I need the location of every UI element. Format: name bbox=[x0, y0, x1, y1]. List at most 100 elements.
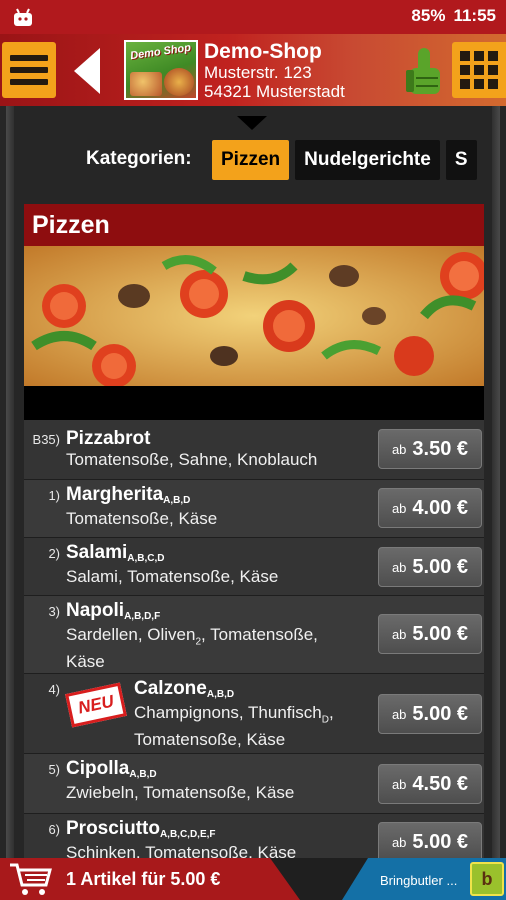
item-body: CipollaA,B,D Zwiebeln, Tomatensoße, Käse bbox=[66, 758, 294, 803]
bringbutler-logo-icon: b bbox=[470, 862, 504, 896]
price-prefix: ab bbox=[391, 441, 407, 457]
cart-summary: 1 Artikel für 5.00 € bbox=[66, 869, 221, 889]
content-frame-right bbox=[492, 106, 500, 858]
price-button[interactable]: ab 4.00 € bbox=[378, 488, 482, 528]
menu-item[interactable]: 4) NEU CalzoneA,B,D Champignons, Thunfis… bbox=[24, 674, 484, 754]
item-name: Napoli bbox=[66, 600, 125, 621]
grid-icon-cell bbox=[474, 65, 484, 75]
price-button[interactable]: ab 4.50 € bbox=[378, 764, 482, 804]
item-number: 5) bbox=[48, 762, 60, 777]
item-body: ProsciuttoA,B,C,D,E,F Schinken, Tomatens… bbox=[66, 818, 296, 863]
price-button[interactable]: ab 5.00 € bbox=[378, 694, 482, 734]
item-name: Calzone bbox=[134, 678, 207, 699]
item-body: NapoliA,B,D,F Sardellen, Oliven2, Tomate… bbox=[66, 600, 318, 672]
price-value: 3.50 € bbox=[412, 437, 469, 460]
price-value: 4.00 € bbox=[412, 496, 469, 519]
price-button[interactable]: ab 5.00 € bbox=[378, 822, 482, 862]
item-description-part: , Tomatensoße, bbox=[201, 625, 318, 644]
menu-button[interactable] bbox=[2, 42, 56, 98]
item-number: 6) bbox=[48, 822, 60, 837]
logo-pizza-image bbox=[164, 68, 194, 96]
tab-nudelgerichte[interactable]: Nudelgerichte bbox=[295, 140, 440, 180]
hamburger-icon-bar bbox=[10, 55, 48, 61]
item-allergens: A,B,D bbox=[206, 689, 235, 700]
item-name: Pizzabrot bbox=[66, 428, 151, 449]
item-description: Sardellen, Oliven2, Tomatensoße, bbox=[66, 625, 318, 652]
item-allergens: A,B,D,F bbox=[124, 611, 161, 622]
shop-street: Musterstr. 123 bbox=[204, 63, 312, 82]
item-number: 3) bbox=[48, 604, 60, 619]
price-button[interactable]: ab 3.50 € bbox=[378, 429, 482, 469]
item-description-allergen: D bbox=[321, 714, 329, 726]
status-bar: 85% 11:55 bbox=[0, 0, 506, 34]
menu-item[interactable]: 5) CipollaA,B,D Zwiebeln, Tomatensoße, K… bbox=[24, 754, 484, 814]
grid-icon-cell bbox=[488, 79, 498, 89]
item-name-row: CalzoneA,B,D bbox=[134, 678, 334, 703]
menu-item[interactable]: 3) NapoliA,B,D,F Sardellen, Oliven2, Tom… bbox=[24, 596, 484, 674]
item-name-row: SalamiA,B,C,D bbox=[66, 542, 278, 567]
grid-icon-cell bbox=[474, 51, 484, 61]
item-description-part: Champignons, Thunfisch bbox=[134, 703, 322, 722]
menu-item[interactable]: B35) Pizzabrot Tomatensoße, Sahne, Knobl… bbox=[24, 420, 484, 480]
item-description: Tomatensoße, Sahne, Knoblauch bbox=[66, 450, 318, 469]
cart-button[interactable]: 1 Artikel für 5.00 € bbox=[0, 858, 300, 900]
price-button[interactable]: ab 5.00 € bbox=[378, 547, 482, 587]
back-arrow-icon[interactable] bbox=[70, 46, 104, 96]
pizza-banner-image bbox=[24, 246, 484, 386]
shop-name: Demo-Shop bbox=[204, 40, 322, 63]
grid-icon-cell bbox=[460, 51, 470, 61]
menu-item[interactable]: 1) MargheritaA,B,D Tomatensoße, Käse ab … bbox=[24, 480, 484, 538]
price-value: 5.00 € bbox=[412, 622, 469, 645]
dropdown-pointer-icon[interactable] bbox=[237, 116, 267, 130]
item-name: Cipolla bbox=[66, 758, 130, 779]
price-prefix: ab bbox=[391, 706, 407, 722]
shop-logo: Demo Shop bbox=[124, 40, 198, 100]
grid-icon-cell bbox=[460, 79, 470, 89]
menu-item[interactable]: 2) SalamiA,B,C,D Salami, Tomatensoße, Kä… bbox=[24, 538, 484, 596]
tab-pizzen[interactable]: Pizzen bbox=[212, 140, 290, 180]
item-body: CalzoneA,B,D Champignons, ThunfischD, To… bbox=[134, 678, 334, 750]
category-tabs[interactable]: Pizzen Nudelgerichte S bbox=[212, 140, 484, 180]
section-title: Pizzen bbox=[24, 204, 484, 246]
category-section: Pizzen bbox=[24, 204, 484, 420]
item-name-row: NapoliA,B,D,F bbox=[66, 600, 318, 625]
item-description: Salami, Tomatensoße, Käse bbox=[66, 567, 279, 586]
price-prefix: ab bbox=[391, 626, 407, 642]
item-number: 1) bbox=[48, 488, 60, 503]
thumbs-up-icon bbox=[406, 48, 440, 94]
item-number: B35) bbox=[32, 432, 60, 447]
categories-label: Kategorien: bbox=[86, 148, 192, 169]
item-allergens: A,B,C,D bbox=[127, 553, 165, 564]
logo-food-image bbox=[130, 72, 162, 96]
item-body: SalamiA,B,C,D Salami, Tomatensoße, Käse bbox=[66, 542, 278, 587]
grid-menu-button[interactable] bbox=[452, 42, 506, 98]
price-button[interactable]: ab 5.00 € bbox=[378, 614, 482, 654]
item-body: Pizzabrot Tomatensoße, Sahne, Knoblauch bbox=[66, 428, 317, 470]
item-body: MargheritaA,B,D Tomatensoße, Käse bbox=[66, 484, 217, 529]
item-number: 2) bbox=[48, 546, 60, 561]
grid-icon-cell bbox=[474, 79, 484, 89]
content-frame-left bbox=[6, 106, 14, 858]
price-value: 5.00 € bbox=[412, 830, 469, 853]
app-header: Demo Shop Demo-Shop Musterstr. 123 54321… bbox=[0, 34, 506, 106]
item-name-row: CipollaA,B,D bbox=[66, 758, 294, 783]
price-prefix: ab bbox=[391, 834, 407, 850]
grid-icon-cell bbox=[488, 65, 498, 75]
battery-level: 85% bbox=[411, 6, 446, 25]
item-name-row: MargheritaA,B,D bbox=[66, 484, 217, 509]
pizza-image bbox=[24, 246, 484, 386]
price-prefix: ab bbox=[391, 776, 407, 792]
shop-city: 54321 Musterstadt bbox=[204, 82, 345, 101]
shopping-cart-icon bbox=[10, 863, 52, 895]
bottom-bar: 1 Artikel für 5.00 € Bringbutler ... b bbox=[0, 858, 506, 900]
item-description-part: , bbox=[328, 703, 334, 722]
item-description: Zwiebeln, Tomatensoße, Käse bbox=[66, 783, 295, 802]
item-number: 4) bbox=[48, 682, 60, 697]
bringbutler-label: Bringbutler ... bbox=[380, 873, 458, 888]
new-badge: NEU bbox=[65, 682, 127, 728]
price-value: 4.50 € bbox=[412, 772, 469, 795]
android-icon bbox=[14, 8, 32, 26]
tab-next-category[interactable]: S bbox=[445, 140, 477, 180]
bringbutler-link[interactable]: Bringbutler ... b bbox=[342, 858, 506, 900]
item-description-line2: Käse bbox=[66, 652, 105, 672]
